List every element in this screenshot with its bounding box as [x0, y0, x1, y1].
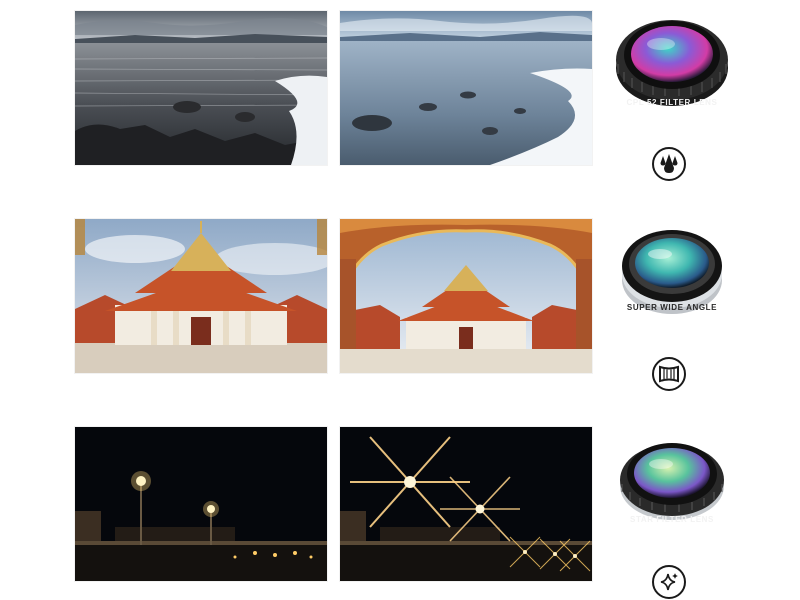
star-filter-lens-image: STAR FILTER LENS: [613, 426, 731, 526]
cpl-lens-label: CPL 52 FILTER LENS: [627, 98, 718, 107]
temple-before-photo: [75, 219, 327, 373]
star-lens-label: STAR FILTER LENS: [630, 515, 714, 524]
night-street-after-photo: [340, 427, 592, 581]
comparison-row-star: STAR FILTER LENS: [0, 424, 800, 599]
seascape-before-photo: [75, 11, 327, 165]
wide-angle-lens-image: SUPER WIDE ANGLE: [613, 218, 731, 318]
seascape-after-photo: [340, 11, 592, 165]
wide-angle-icon: [651, 356, 687, 392]
cpl-filter-lens-image: CPL 52 FILTER LENS: [613, 10, 731, 110]
temple-after-photo: [340, 219, 592, 373]
night-street-before-photo: [75, 427, 327, 581]
comparison-row-cpl: CPL 52 FILTER LENS: [0, 8, 800, 181]
wide-angle-lens-label: SUPER WIDE ANGLE: [627, 303, 717, 312]
comparison-row-wide-angle: SUPER WIDE ANGLE: [0, 216, 800, 391]
water-drops-icon: [651, 146, 687, 182]
sparkle-icon: [651, 564, 687, 600]
